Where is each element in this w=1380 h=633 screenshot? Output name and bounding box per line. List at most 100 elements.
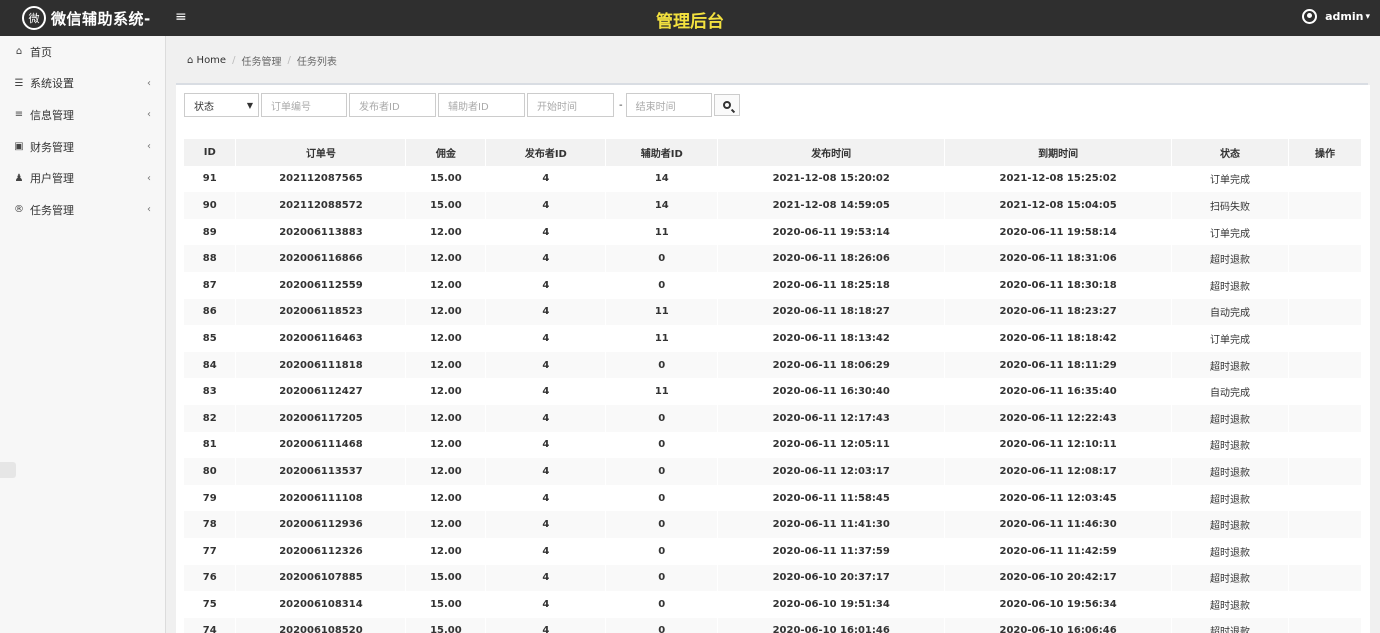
helper-id-input[interactable]: 辅助者ID: [438, 93, 525, 117]
table-cell: 202006112559: [235, 271, 407, 299]
sidebar-item-4[interactable]: ♟ 用户管理 ‹: [0, 162, 165, 194]
users-icon: ♟: [14, 172, 24, 184]
breadcrumb-item-task-list: 任务列表: [296, 57, 337, 68]
table-cell: 202006116866: [235, 245, 407, 272]
table-cell: [1288, 511, 1363, 538]
order-number-input[interactable]: 订单编号: [261, 93, 347, 117]
table-cell: 12.00: [405, 431, 487, 459]
table-cell: 14: [605, 192, 719, 219]
table-cell: 2020-06-11 16:30:40: [717, 378, 946, 405]
brand[interactable]: 微 微信辅助系统-: [0, 0, 166, 36]
table-cell: 2020-06-10 20:37:17: [717, 564, 946, 592]
status-select[interactable]: 状态 ▼: [184, 93, 259, 117]
range-dash: -: [619, 99, 623, 111]
table-row[interactable]: 87 202006112559 12.00 4 0 2020-06-11 18:25:18…: [184, 271, 1363, 299]
table-cell: [1288, 351, 1363, 379]
table-row[interactable]: 75 202006108314 15.00 4 0 2020-06-10 19:51:34…: [184, 591, 1363, 618]
table-cell: 11: [605, 378, 719, 405]
table-cell: 78: [184, 511, 237, 538]
table-cell: 超时退款: [1171, 617, 1289, 633]
table-cell: 0: [605, 617, 719, 633]
table-cell: 202112088572: [235, 192, 407, 219]
table-cell: 2020-06-11 12:05:11: [717, 431, 946, 459]
sidebar-item-label: 首页: [30, 45, 52, 59]
table-row[interactable]: 82 202006117205 12.00 4 0 2020-06-11 12:17:43…: [184, 404, 1363, 432]
search-button[interactable]: [713, 94, 740, 116]
list-icon: ≡: [14, 109, 24, 121]
table-cell: 202006117205: [235, 404, 407, 432]
column-header: 操作: [1288, 139, 1363, 166]
table-cell: 超时退款: [1171, 511, 1289, 538]
table-row[interactable]: 89 202006113883 12.00 4 11 2020-06-11 19:53:1…: [184, 218, 1363, 246]
table-row[interactable]: 76 202006107885 15.00 4 0 2020-06-10 20:37:17…: [184, 564, 1363, 592]
brand-logo-icon: 微: [22, 6, 46, 30]
table-cell: 85: [184, 325, 237, 352]
chevron-left-icon: ‹: [147, 141, 151, 153]
sidebar-collapse-handle[interactable]: [0, 462, 16, 478]
user-avatar-icon: [1302, 9, 1318, 24]
table-cell: 超时退款: [1171, 591, 1289, 618]
table-cell: 12.00: [405, 351, 487, 379]
table-cell: 2020-06-11 12:17:43: [717, 404, 946, 432]
table-cell: 12.00: [405, 404, 487, 432]
table-cell: 自动完成: [1171, 298, 1289, 326]
settings-list-icon: ☰: [14, 77, 24, 89]
table-cell: 2020-06-11 11:42:59: [944, 537, 1173, 565]
table-row[interactable]: 79 202006111108 12.00 4 0 2020-06-11 11:58:45…: [184, 484, 1363, 512]
table-row[interactable]: 81 202006111468 12.00 4 0 2020-06-11 12:05:11…: [184, 431, 1363, 459]
breadcrumb-item-task-manage[interactable]: 任务管理: [241, 53, 281, 68]
table-row[interactable]: 90 202112088572 15.00 4 14 2021-12-08 14:59:0…: [184, 192, 1363, 219]
start-time-input[interactable]: 开始时间: [527, 93, 614, 117]
table-cell: 4: [485, 218, 607, 246]
hamburger-icon[interactable]: ≡: [175, 9, 187, 25]
sidebar-item-label: 任务管理: [30, 203, 74, 217]
column-header: 状态: [1171, 139, 1289, 166]
table-cell: 4: [485, 404, 607, 432]
table-cell: 自动完成: [1171, 378, 1289, 405]
table-cell: 15.00: [405, 591, 487, 618]
table-row[interactable]: 85 202006116463 12.00 4 11 2020-06-11 18:13:4…: [184, 325, 1363, 352]
table-cell: 超时退款: [1171, 431, 1289, 459]
breadcrumb: ⌂ Home / 任务管理 / 任务列表: [187, 53, 337, 68]
table-cell: 202006112936: [235, 511, 407, 538]
table-cell: 202006111818: [235, 351, 407, 379]
table-cell: 4: [485, 165, 607, 193]
table-cell: 202006108314: [235, 591, 407, 618]
publisher-id-input[interactable]: 发布者ID: [349, 93, 436, 117]
chevron-left-icon: ‹: [147, 172, 151, 184]
table-cell: 4: [485, 378, 607, 405]
table-row[interactable]: 83 202006112427 12.00 4 11 2020-06-11 16:30:4…: [184, 378, 1363, 405]
sidebar-item-3[interactable]: ▣ 财务管理 ‹: [0, 131, 165, 163]
table-row[interactable]: 74 202006108520 15.00 4 0 2020-06-10 16:01:46…: [184, 617, 1363, 633]
user-menu[interactable]: admin ▾: [1302, 9, 1370, 24]
sidebar-item-5[interactable]: ® 任务管理 ‹: [0, 194, 165, 226]
table-cell: 202006111108: [235, 484, 407, 512]
chevron-left-icon: ‹: [147, 204, 151, 216]
sidebar-item-2[interactable]: ≡ 信息管理 ‹: [0, 99, 165, 131]
table-row[interactable]: 84 202006111818 12.00 4 0 2020-06-11 18:06:29…: [184, 351, 1363, 379]
table-cell: 11: [605, 325, 719, 352]
table-cell: 0: [605, 511, 719, 538]
table-cell: 202006116463: [235, 325, 407, 352]
table-cell: 12.00: [405, 218, 487, 246]
search-icon: [722, 101, 731, 109]
table-cell: 2021-12-08 15:20:02: [717, 165, 946, 193]
table-row[interactable]: 91 202112087565 15.00 4 14 2021-12-08 15:20:0…: [184, 165, 1363, 193]
table-row[interactable]: 88 202006116866 12.00 4 0 2020-06-11 18:26:06…: [184, 245, 1363, 272]
table-cell: 15.00: [405, 564, 487, 592]
table-cell: 2020-06-11 19:53:14: [717, 218, 946, 246]
table-cell: 2020-06-10 16:01:46: [717, 617, 946, 633]
table-cell: 74: [184, 617, 237, 633]
table-cell: 2020-06-11 18:11:29: [944, 351, 1173, 379]
table-cell: 2020-06-11 11:41:30: [717, 511, 946, 538]
table-row[interactable]: 77 202006112326 12.00 4 0 2020-06-11 11:37:59…: [184, 537, 1363, 565]
table-row[interactable]: 78 202006112936 12.00 4 0 2020-06-11 11:41:30…: [184, 511, 1363, 538]
sidebar-item-0[interactable]: ⌂ 首页: [0, 36, 165, 68]
breadcrumb-home[interactable]: ⌂ Home: [187, 55, 226, 66]
table-cell: 12.00: [405, 245, 487, 272]
table-cell: [1288, 298, 1363, 326]
table-row[interactable]: 86 202006118523 12.00 4 11 2020-06-11 18:18:2…: [184, 298, 1363, 326]
table-row[interactable]: 80 202006113537 12.00 4 0 2020-06-11 12:03:17…: [184, 458, 1363, 485]
end-time-input[interactable]: 结束时间: [625, 93, 712, 117]
sidebar-item-1[interactable]: ☰ 系统设置 ‹: [0, 68, 165, 100]
